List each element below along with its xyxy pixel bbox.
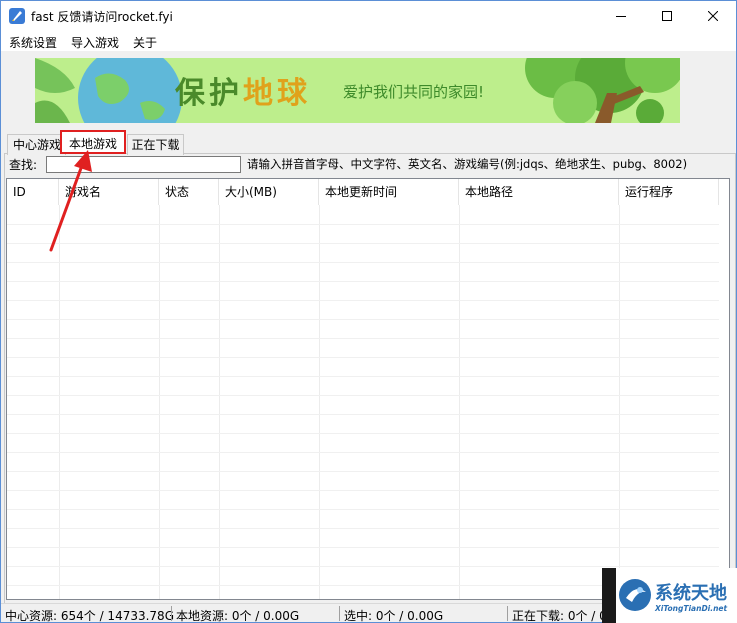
grid-line	[319, 205, 320, 599]
grid-row-line	[7, 376, 719, 377]
grid-row-line	[7, 471, 719, 472]
watermark-text-en: XiTongTianDi.net	[655, 604, 728, 613]
grid-row-line	[7, 433, 719, 434]
grid-row-line	[7, 338, 719, 339]
app-window: fast 反馈请访问rocket.fyi 系统设置 导入游戏 关于 保护地球 爱…	[0, 0, 737, 623]
watermark-dark-strip	[602, 568, 616, 623]
maximize-icon	[662, 11, 672, 21]
window-title: fast 反馈请访问rocket.fyi	[31, 10, 173, 24]
status-divider	[171, 606, 172, 621]
grid-row-line	[7, 319, 719, 320]
column-header-update-time[interactable]: 本地更新时间	[319, 179, 459, 205]
grid-row-line	[7, 243, 719, 244]
status-selected: 选中: 0个 / 0.00G	[344, 609, 444, 623]
search-input[interactable]	[46, 156, 241, 173]
status-divider	[339, 606, 340, 621]
grid-row-line	[7, 262, 719, 263]
banner-title: 保护地球	[175, 68, 311, 112]
grid-row-line	[7, 490, 719, 491]
column-header-id[interactable]: ID	[7, 179, 59, 205]
column-header-status[interactable]: 状态	[159, 179, 219, 205]
column-header-game-name[interactable]: 游戏名	[59, 179, 159, 205]
banner-title-part1: 保护	[175, 76, 243, 111]
grid-row-line	[7, 281, 719, 282]
status-divider	[507, 606, 508, 621]
table-header: ID 游戏名 状态 大小(MB) 本地更新时间 本地路径 运行程序	[7, 179, 729, 205]
tab-downloading[interactable]: 正在下载	[127, 134, 184, 155]
watermark-text-cn: 系统天地	[655, 583, 727, 604]
menu-bar: 系统设置 导入游戏 关于	[1, 31, 736, 51]
grid-row-line	[7, 357, 719, 358]
column-header-size[interactable]: 大小(MB)	[219, 179, 319, 205]
maximize-button[interactable]	[644, 1, 690, 31]
grid-row-line	[7, 300, 719, 301]
watermark: 系统天地 XiTongTianDi.net	[602, 568, 737, 623]
search-label: 查找:	[9, 158, 38, 172]
grid-line	[219, 205, 220, 599]
banner-ad[interactable]: 保护地球 爱护我们共同的家园!	[35, 58, 680, 123]
tab-center-games[interactable]: 中心游戏	[7, 134, 66, 155]
grid-row-line	[7, 414, 719, 415]
menu-system-settings[interactable]: 系统设置	[9, 34, 57, 51]
banner-subtitle: 爱护我们共同的家园!	[343, 83, 485, 101]
grid-line	[619, 205, 620, 599]
banner-title-part2: 地球	[243, 76, 311, 111]
games-table[interactable]: ID 游戏名 状态 大小(MB) 本地更新时间 本地路径 运行程序	[6, 178, 730, 600]
status-center-resources: 中心资源: 654个 / 14733.78G	[5, 609, 174, 623]
minimize-button[interactable]	[598, 1, 644, 31]
column-header-local-path[interactable]: 本地路径	[459, 179, 619, 205]
app-rocket-icon	[9, 8, 25, 24]
grid-row-line	[7, 395, 719, 396]
close-button[interactable]	[690, 1, 736, 31]
grid-row-line	[7, 528, 719, 529]
grid-line	[459, 205, 460, 599]
title-bar[interactable]: fast 反馈请访问rocket.fyi	[1, 1, 736, 31]
grid-line	[159, 205, 160, 599]
status-local-resources: 本地资源: 0个 / 0.00G	[176, 609, 300, 623]
grid-row-line	[7, 547, 719, 548]
grid-row-line	[7, 566, 719, 567]
watermark-logo-icon	[619, 579, 651, 611]
search-hint: 请输入拼音首字母、中文字符、英文名、游戏编号(例:jdqs、绝地求生、pubg、…	[247, 157, 688, 171]
tab-local-games[interactable]: 本地游戏	[60, 130, 126, 154]
close-icon	[708, 11, 718, 21]
menu-about[interactable]: 关于	[133, 34, 157, 51]
menu-import-games[interactable]: 导入游戏	[71, 34, 119, 51]
grid-row-line	[7, 452, 719, 453]
grid-row-line	[7, 224, 719, 225]
minimize-icon	[616, 16, 626, 17]
table-scroll-area[interactable]	[719, 179, 729, 599]
grid-row-line	[7, 509, 719, 510]
grid-line	[59, 205, 60, 599]
column-header-run-program[interactable]: 运行程序	[619, 179, 719, 205]
